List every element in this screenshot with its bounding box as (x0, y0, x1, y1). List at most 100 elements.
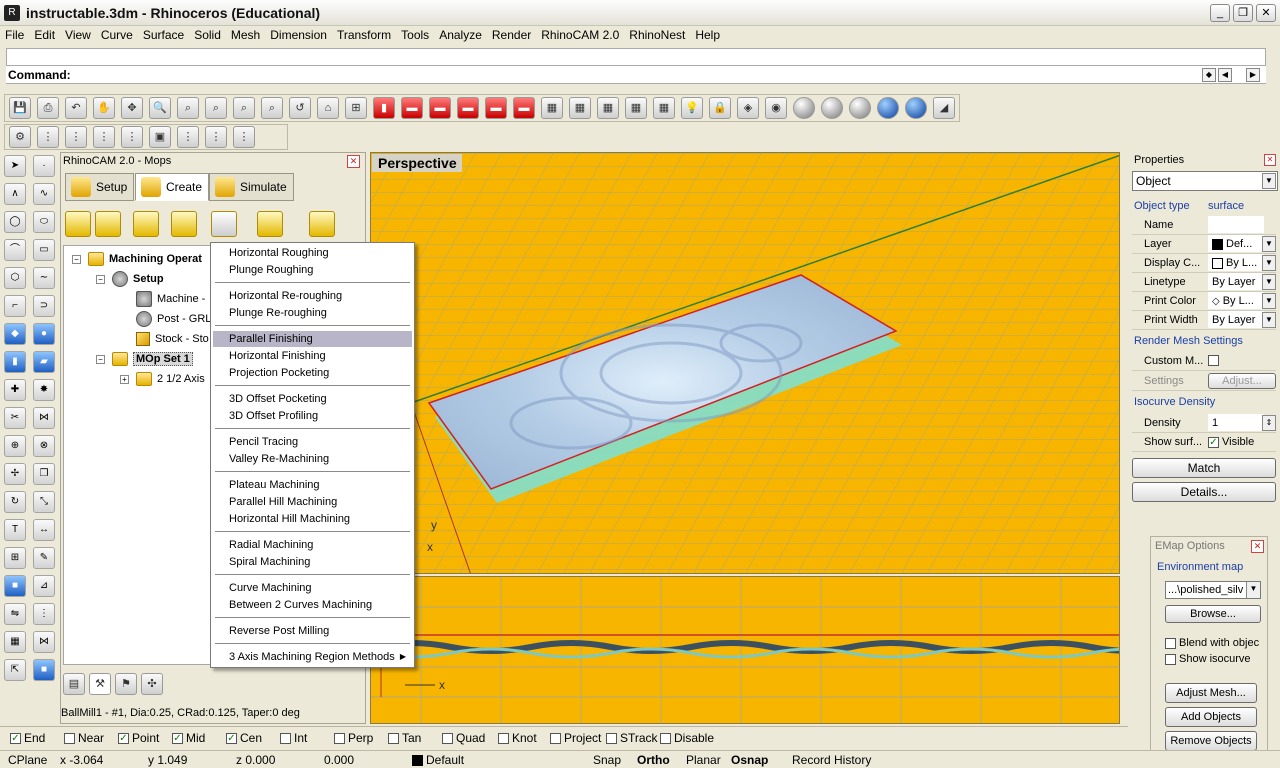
wireframe-sphere-icon[interactable] (793, 97, 815, 119)
menu-item-3d-offset-pocketing[interactable]: 3D Offset Pocketing (213, 391, 412, 407)
car-perspective-icon[interactable]: ▬ (485, 97, 507, 119)
tree-machine[interactable]: Machine - (136, 291, 205, 308)
ghosted-sphere-icon[interactable] (849, 97, 871, 119)
cam-setup-icon[interactable]: ⚙ (9, 126, 31, 148)
menu-render[interactable]: Render (487, 26, 536, 44)
rendered-view-icon[interactable] (905, 97, 927, 119)
cplane-front-icon[interactable]: ▦ (569, 97, 591, 119)
menu-item-3d-offset-profiling[interactable]: 3D Offset Profiling (213, 408, 412, 424)
machining-ops-icon[interactable]: ▤ (63, 673, 85, 695)
show-surf-row[interactable]: Show surf... ✓ Visible (1132, 433, 1276, 452)
osnap-end-checkbox[interactable]: ✓ (10, 733, 21, 745)
adjust-mesh-button[interactable]: Adjust Mesh... (1165, 683, 1257, 703)
blend-option[interactable]: Blend with objec (1165, 637, 1259, 649)
prop-value[interactable]: Def... (1208, 235, 1264, 252)
feeds-icon[interactable]: ⚑ (115, 673, 137, 695)
record-history-toggle[interactable]: Record History (792, 753, 871, 767)
menu-item-between-2-curves[interactable]: Between 2 Curves Machining (213, 597, 412, 613)
prop-name-row[interactable]: Name (1132, 216, 1276, 235)
cplane-world-icon[interactable]: ▦ (625, 97, 647, 119)
zoom-extents-icon[interactable]: ⌕ (205, 97, 227, 119)
undo-view-icon[interactable]: ↺ (289, 97, 311, 119)
osnap-end[interactable]: ✓ End (10, 731, 45, 745)
osnap-quad-checkbox[interactable] (442, 733, 453, 745)
five-axis-ops-icon[interactable] (309, 211, 335, 237)
prop-display-row[interactable]: Display C... By L... ▼ (1132, 254, 1276, 273)
osnap-point-checkbox[interactable]: ✓ (118, 733, 129, 745)
four-axis-ops-icon[interactable] (257, 211, 283, 237)
menu-item-spiral-machining[interactable]: Spiral Machining (213, 554, 412, 570)
menu-mesh[interactable]: Mesh (226, 26, 265, 44)
rhino-app-icon[interactable]: R (4, 5, 20, 21)
arc-icon[interactable]: ⌒ (4, 239, 26, 261)
point-icon[interactable]: · (33, 155, 55, 177)
rotate-icon[interactable]: ↻ (4, 491, 26, 513)
osnap-near-checkbox[interactable] (64, 733, 75, 745)
prop-value[interactable]: By Layer (1208, 311, 1264, 328)
osnap-disable[interactable]: Disable (660, 731, 714, 745)
curve-icon[interactable]: ∿ (33, 183, 55, 205)
plane-icon[interactable]: ▰ (33, 351, 55, 373)
cam-op-4-icon[interactable]: ⋮ (121, 126, 143, 148)
density-input[interactable]: 1 (1208, 414, 1264, 431)
density-row[interactable]: Density 1 ⇕ (1132, 414, 1276, 433)
trim-icon[interactable]: ✂ (4, 407, 26, 429)
cam-op-7-icon[interactable]: ⋮ (205, 126, 227, 148)
cplane-top-icon[interactable]: ▦ (541, 97, 563, 119)
menu-item-horizontal-roughing[interactable]: Horizontal Roughing (213, 245, 412, 261)
command-scroll-button[interactable]: ◆ (1202, 68, 1216, 82)
menu-edit[interactable]: Edit (29, 26, 60, 44)
front-viewport[interactable]: x (370, 576, 1120, 724)
tree-collapse-icon[interactable]: − (72, 255, 81, 264)
zoom-window-icon[interactable]: ⌕ (177, 97, 199, 119)
save-icon[interactable]: 💾 (9, 97, 31, 119)
ellipse-icon[interactable]: ⬭ (33, 211, 55, 233)
menu-item-parallel-finishing[interactable]: Parallel Finishing (213, 331, 412, 347)
osnap-mid[interactable]: ✓ Mid (172, 731, 205, 745)
zoom-selected-icon[interactable]: ⌕ (233, 97, 255, 119)
menu-help[interactable]: Help (690, 26, 725, 44)
tab-create[interactable]: Create (135, 173, 210, 201)
menu-item-projection-pocketing[interactable]: Projection Pocketing (213, 365, 412, 381)
split-icon[interactable]: ⋈ (33, 407, 55, 429)
menu-item-horizontal-hill-machining[interactable]: Horizontal Hill Machining (213, 511, 412, 527)
surface-icon[interactable]: ◆ (4, 323, 26, 345)
cam-op-3-icon[interactable]: ⋮ (93, 126, 115, 148)
show-isocurve-checkbox[interactable] (1165, 653, 1176, 665)
tree-root[interactable]: Machining Operat (88, 251, 202, 267)
osnap-toggle-icon[interactable]: ⋮ (33, 603, 55, 625)
menu-item-plunge-reroughing[interactable]: Plunge Re-roughing (213, 305, 412, 321)
osnap-disable-checkbox[interactable] (660, 733, 671, 745)
object-selector[interactable]: Object ▼ (1132, 171, 1278, 191)
tools-icon[interactable]: ⚒ (89, 673, 111, 695)
tree-stock[interactable]: Stock - Sto (136, 331, 209, 347)
osnap-near[interactable]: Near (64, 731, 104, 745)
cplane-right-icon[interactable]: ▦ (597, 97, 619, 119)
cam-op-1-icon[interactable]: ⋮ (37, 126, 59, 148)
knowledge-base-icon[interactable]: ✣ (141, 673, 163, 695)
remove-objects-button[interactable]: Remove Objects (1165, 731, 1257, 751)
tab-setup[interactable]: Setup (65, 173, 135, 201)
polygon-icon[interactable]: ⬡ (4, 267, 26, 289)
osnap-project-checkbox[interactable] (550, 733, 561, 745)
text-icon[interactable]: T (4, 519, 26, 541)
tree-collapse-icon[interactable]: − (96, 275, 105, 284)
polyline-icon[interactable]: ∧ (4, 183, 26, 205)
menu-transform[interactable]: Transform (332, 26, 396, 44)
menu-dimension[interactable]: Dimension (265, 26, 332, 44)
menu-item-curve-machining[interactable]: Curve Machining (213, 580, 412, 596)
properties-close-icon[interactable]: ✕ (1264, 154, 1276, 166)
pan-icon[interactable]: ✋ (93, 97, 115, 119)
emap-close-icon[interactable]: ✕ (1251, 540, 1264, 553)
env-map-select[interactable]: ...\polished_silv ▼ (1165, 581, 1261, 599)
copy-icon[interactable]: ❐ (33, 463, 55, 485)
status-layer[interactable]: Default (412, 753, 464, 767)
menu-item-radial-machining[interactable]: Radial Machining (213, 537, 412, 553)
osnap-int-checkbox[interactable] (280, 733, 291, 745)
command-history[interactable] (6, 48, 1266, 66)
zoom-extents-all-icon[interactable]: ⌕ (261, 97, 283, 119)
chevron-down-icon[interactable]: ▼ (1262, 255, 1276, 271)
edit-points-icon[interactable]: ✎ (33, 547, 55, 569)
rotate-view-icon[interactable]: ✥ (121, 97, 143, 119)
orient-icon[interactable]: ⇱ (4, 659, 26, 681)
